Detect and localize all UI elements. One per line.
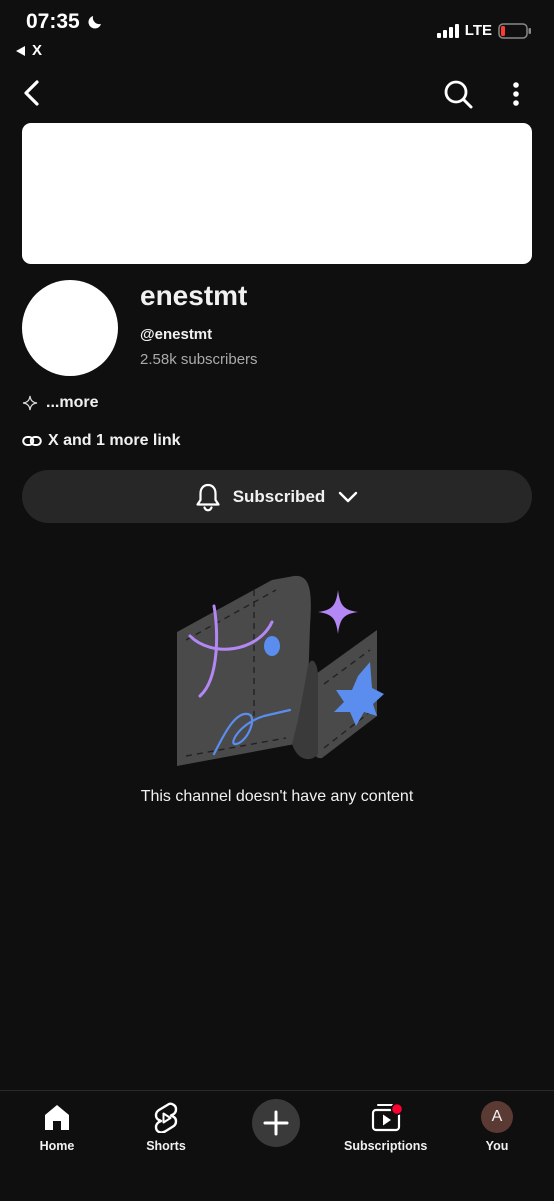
avatar: A [481,1101,513,1133]
time-text: 07:35 [26,10,80,33]
chevron-down-icon [339,491,358,502]
subscribed-label: Subscribed [232,486,326,506]
bottom-navigation: Home Shorts Subscriptions A You [0,1090,554,1201]
empty-state-illustration [172,566,384,771]
battery-icon [498,22,531,39]
shorts-icon [154,1102,178,1133]
back-to-app[interactable]: X [16,42,42,59]
bell-icon [196,483,220,511]
back-icon [24,80,39,106]
signal-icon [436,23,459,38]
home-icon [45,1105,69,1130]
more-vertical-icon [513,82,519,106]
channel-avatar[interactable] [22,280,118,376]
channel-links[interactable]: X and 1 more link [22,432,180,450]
more-options-button[interactable] [506,80,526,108]
subscribed-button[interactable]: Subscribed [22,470,532,523]
link-icon [22,436,42,446]
plus-icon [263,1110,289,1136]
channel-banner [22,123,532,264]
nav-home[interactable]: Home [37,1099,77,1153]
description-more[interactable]: ...more [22,394,98,412]
nav-you-label: You [485,1139,509,1153]
more-label: ...more [46,394,99,411]
empty-state-message: This channel doesn't have any content [140,788,414,805]
search-button[interactable] [442,78,474,110]
nav-shorts-label: Shorts [146,1139,186,1153]
nav-shorts[interactable]: Shorts [146,1099,186,1153]
nav-subscriptions[interactable]: Subscriptions [344,1099,427,1153]
subscriptions-icon [371,1102,403,1132]
nav-home-label: Home [39,1139,75,1153]
search-icon [444,80,473,109]
create-button[interactable] [252,1099,300,1147]
links-label: X and 1 more link [48,432,181,449]
status-time: 07:35 [26,10,104,34]
back-button[interactable] [18,78,46,108]
network-label: LTE [464,22,492,39]
back-triangle-icon [16,45,25,56]
channel-name: enestmt [140,280,248,311]
back-app-label: X [32,42,43,59]
moon-icon [88,16,101,29]
subscriber-count: 2.58k subscribers [140,351,258,368]
sparkle-icon [22,395,38,411]
nav-subscriptions-label: Subscriptions [344,1139,428,1153]
nav-you[interactable]: A You [477,1099,517,1153]
status-right: LTE [436,22,532,39]
channel-handle: @enestmt [140,326,213,343]
